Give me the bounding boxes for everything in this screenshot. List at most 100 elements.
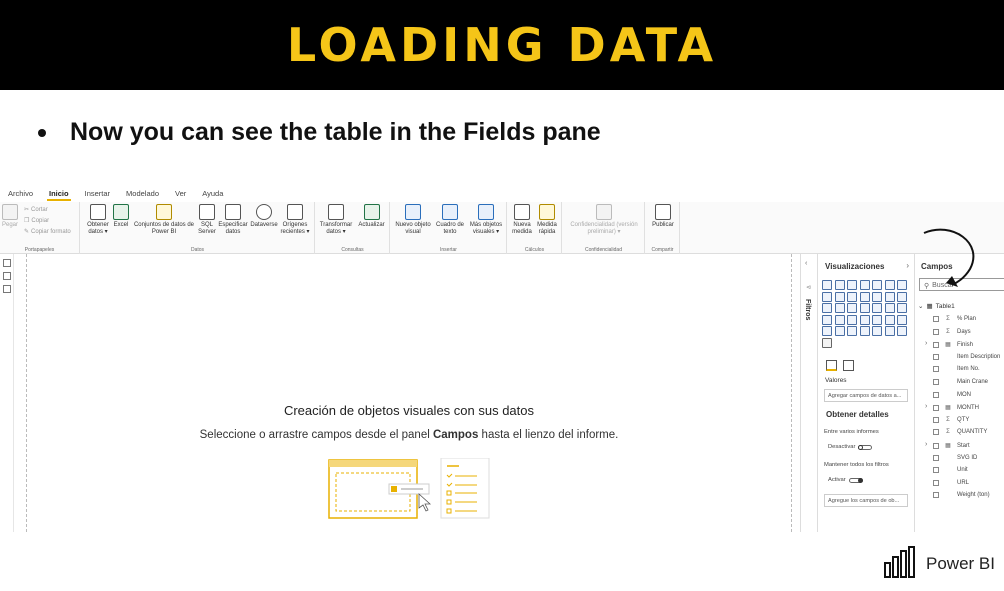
filled-map-icon[interactable] <box>884 303 895 313</box>
r-visual-icon[interactable] <box>822 326 832 336</box>
donut-chart-icon[interactable] <box>847 303 857 313</box>
refresh-button[interactable]: Actualizar <box>355 204 388 229</box>
tab-modelado[interactable]: Modelado <box>118 186 167 202</box>
field-checkbox[interactable] <box>933 492 939 499</box>
data-view-icon[interactable] <box>3 272 11 280</box>
copy-button[interactable]: ❐ Copiar <box>24 217 49 225</box>
field-checkbox[interactable] <box>933 391 939 398</box>
line-chart-icon[interactable] <box>897 280 907 290</box>
field-item[interactable]: Item No. <box>933 366 980 373</box>
new-measure-button[interactable]: Nueva medida <box>510 204 534 236</box>
field-checkbox[interactable] <box>933 416 939 423</box>
expand-chevron-icon[interactable]: › <box>925 403 927 410</box>
stacked-bar-icon[interactable] <box>822 280 832 290</box>
slicer-icon[interactable] <box>872 314 882 325</box>
keep-filters-toggle[interactable]: Activar <box>828 477 863 483</box>
enter-data-button[interactable]: Especificar datos <box>217 204 249 236</box>
more-visuals-ellipsis-icon[interactable] <box>822 337 832 348</box>
field-checkbox[interactable] <box>933 429 939 436</box>
matrix-icon[interactable] <box>897 314 907 325</box>
clustered-column-icon[interactable] <box>859 280 870 290</box>
transform-data-button[interactable]: Transformar datos ▾ <box>318 204 354 236</box>
field-checkbox[interactable] <box>933 404 939 411</box>
tab-ayuda[interactable]: Ayuda <box>194 186 231 202</box>
cut-button[interactable]: ✂ Cortar <box>24 206 48 214</box>
drillthrough-drop-well[interactable]: Agregue los campos de ob... <box>824 494 908 507</box>
paste-button[interactable]: Pegar <box>2 204 18 229</box>
field-checkbox[interactable] <box>933 467 939 474</box>
waterfall-icon[interactable] <box>884 291 895 302</box>
tab-inicio[interactable]: Inicio <box>41 186 77 202</box>
field-item[interactable]: ▦ Start <box>933 442 970 449</box>
map-icon[interactable] <box>872 303 882 313</box>
funnel-icon[interactable] <box>897 291 907 302</box>
kpi-icon[interactable] <box>859 314 870 325</box>
report-canvas[interactable]: Creación de objetos visuales con sus dat… <box>26 254 792 532</box>
field-checkbox[interactable] <box>933 442 939 449</box>
line-column-icon[interactable] <box>847 291 857 302</box>
treemap-icon[interactable] <box>859 303 870 313</box>
field-checkbox[interactable] <box>933 454 939 461</box>
shape-map-icon[interactable] <box>897 303 907 313</box>
field-item[interactable]: MON <box>933 391 971 398</box>
field-item[interactable]: Item Description <box>933 353 1000 360</box>
field-item[interactable]: Weight (ton) <box>933 492 990 499</box>
recent-sources-button[interactable]: Orígenes recientes ▾ <box>279 204 311 236</box>
table-visual-icon[interactable] <box>884 314 895 325</box>
sensitivity-button[interactable]: Confidencialidad (versión preliminar) ▾ <box>565 204 643 236</box>
tab-archivo[interactable]: Archivo <box>0 186 41 202</box>
field-item[interactable]: URL <box>933 479 969 486</box>
smart-narrative-icon[interactable] <box>884 326 895 336</box>
field-item[interactable]: Σ % Plan <box>933 316 976 322</box>
format-painter-button[interactable]: ✎ Copiar formato <box>24 228 71 236</box>
get-data-button[interactable]: Obtener datos ▾ <box>85 204 111 236</box>
area-chart-icon[interactable] <box>822 291 832 302</box>
100-column-icon[interactable] <box>884 280 895 290</box>
field-item[interactable]: ▦ MONTH <box>933 404 979 411</box>
field-checkbox[interactable] <box>933 316 939 322</box>
card-icon[interactable] <box>834 314 845 325</box>
pie-chart-icon[interactable] <box>834 303 845 313</box>
report-view-icon[interactable] <box>3 259 11 267</box>
new-visual-button[interactable]: Nuevo objeto visual <box>393 204 433 236</box>
ribbon-chart-icon[interactable] <box>872 291 882 302</box>
line-clustered-icon[interactable] <box>859 291 870 302</box>
fields-search-input[interactable]: ⚲ Buscar <box>919 278 1004 291</box>
cross-report-toggle[interactable]: Desactivar <box>828 444 873 450</box>
text-box-button[interactable]: Cuadro de texto <box>433 204 467 236</box>
filters-pane[interactable]: ‹ ⊲ Filtros <box>800 254 816 532</box>
stacked-area-icon[interactable] <box>834 291 845 302</box>
chevron-right-icon[interactable]: › <box>906 261 909 270</box>
values-drop-well[interactable]: Agregar campos de datos a... <box>824 389 908 402</box>
field-item[interactable]: Σ QTY <box>933 416 969 423</box>
gauge-icon[interactable] <box>822 314 832 325</box>
field-item[interactable]: ▦ Finish <box>933 341 973 348</box>
scatter-icon[interactable] <box>822 303 832 313</box>
field-checkbox[interactable] <box>933 366 939 373</box>
multi-row-card-icon[interactable] <box>847 314 857 325</box>
clustered-bar-icon[interactable] <box>847 280 857 290</box>
table-node[interactable]: ⌄ ▦ Table1 <box>918 302 955 311</box>
dataverse-button[interactable]: Dataverse <box>249 204 279 229</box>
field-item[interactable]: Σ Days <box>933 328 971 335</box>
tab-insertar[interactable]: Insertar <box>77 186 118 202</box>
power-bi-datasets-button[interactable]: Conjuntos de datos de Power BI <box>131 204 197 236</box>
field-checkbox[interactable] <box>933 341 939 348</box>
publish-button[interactable]: Publicar <box>648 204 678 229</box>
field-item[interactable]: Main Crane <box>933 379 988 385</box>
decomposition-tree-icon[interactable] <box>859 326 870 336</box>
paginated-report-icon[interactable] <box>897 326 907 336</box>
field-checkbox[interactable] <box>933 328 939 335</box>
stacked-column-icon[interactable] <box>834 280 845 290</box>
key-influencers-icon[interactable] <box>847 326 857 336</box>
field-checkbox[interactable] <box>933 379 939 385</box>
chevron-left-icon[interactable]: ‹ <box>805 260 807 267</box>
field-checkbox[interactable] <box>933 479 939 486</box>
tab-ver[interactable]: Ver <box>167 186 194 202</box>
field-item[interactable]: SVG ID <box>933 454 977 461</box>
qa-icon[interactable] <box>872 326 882 336</box>
quick-measure-button[interactable]: Medida rápida <box>534 204 560 236</box>
sql-server-button[interactable]: SQL Server <box>197 204 217 236</box>
format-paint-icon[interactable] <box>843 360 854 371</box>
python-visual-icon[interactable] <box>834 326 845 336</box>
